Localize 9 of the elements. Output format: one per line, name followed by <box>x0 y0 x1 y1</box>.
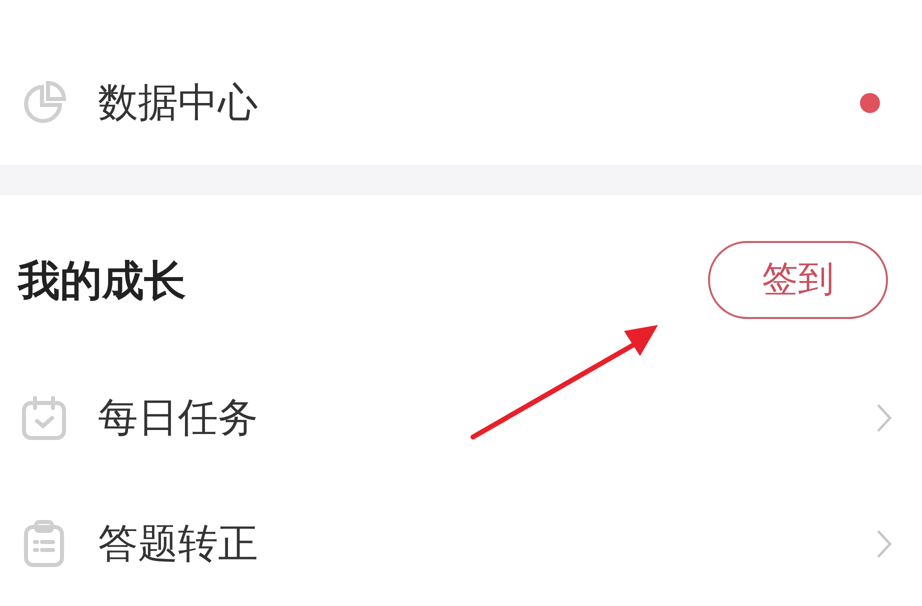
menu-item[interactable]: 数据中心 <box>0 62 922 142</box>
chevron-right-icon <box>876 403 892 433</box>
menu-item[interactable]: 每日任务 <box>0 355 922 481</box>
check-in-button[interactable]: 签到 <box>708 241 888 319</box>
calendar-icon <box>20 394 68 442</box>
section-title: 我的成长 <box>18 254 186 306</box>
menu-item[interactable]: 答题转正 <box>0 481 922 606</box>
chevron-right-icon <box>876 529 892 559</box>
clipboard-icon <box>23 520 65 568</box>
